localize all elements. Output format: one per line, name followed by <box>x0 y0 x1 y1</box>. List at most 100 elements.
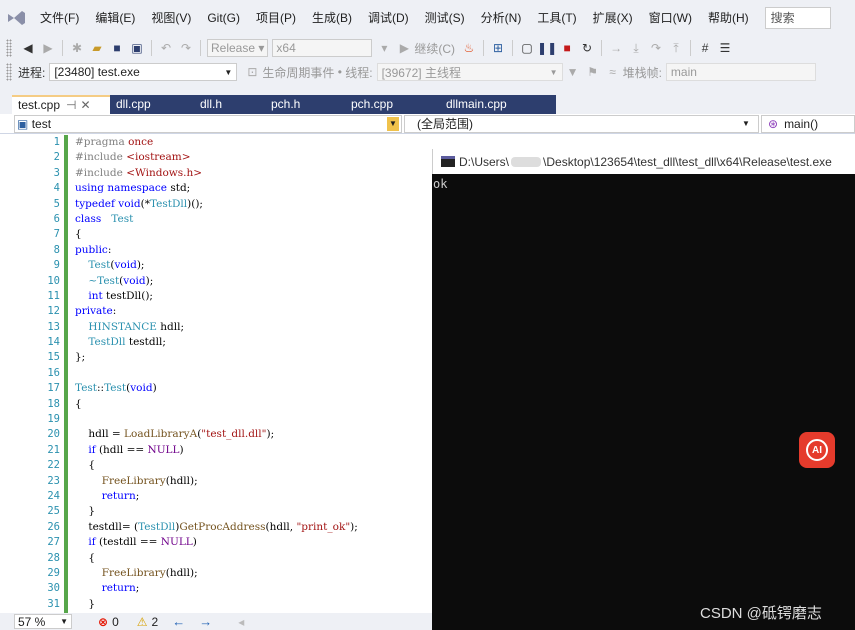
code-area[interactable]: #pragma once #include <iostream> #include … <box>75 135 432 612</box>
code-line[interactable]: #include <iostream> <box>75 150 432 165</box>
hot-reload-icon[interactable]: ♨ <box>460 39 478 57</box>
expand-stack-icon[interactable]: ≈ <box>604 63 622 81</box>
code-line[interactable] <box>75 366 432 381</box>
tab-pch-cpp[interactable]: pch.cpp <box>345 95 399 114</box>
ai-assistant-button[interactable]: AI <box>799 432 835 468</box>
code-line[interactable]: return; <box>75 489 432 504</box>
filter-icon[interactable]: ▼ <box>564 63 582 81</box>
new-project-icon[interactable]: ✱ <box>68 39 86 57</box>
code-line[interactable]: #include <Windows.h> <box>75 166 432 181</box>
pin-icon[interactable]: ⊣ <box>66 98 76 112</box>
next-issue-icon[interactable]: → <box>199 614 212 629</box>
process-select[interactable]: [23480] test.exe ▼ <box>49 63 238 81</box>
forward-icon[interactable]: ▶ <box>39 39 57 57</box>
code-line[interactable] <box>75 412 432 427</box>
menu-file[interactable]: 文件(F) <box>32 0 87 36</box>
tab-dllmain-cpp[interactable]: dllmain.cpp <box>440 95 513 114</box>
flag-icon[interactable]: ⚑ <box>584 63 602 81</box>
code-line[interactable]: } <box>75 597 432 612</box>
step-over-icon[interactable]: ↷ <box>647 39 665 57</box>
toolbar-grip[interactable] <box>6 39 12 57</box>
chevron-down-icon[interactable]: ▼ <box>387 116 399 131</box>
code-line[interactable]: { <box>75 458 432 473</box>
code-line[interactable]: class Test <box>75 212 432 227</box>
code-editor[interactable]: 1 2 3 4 5 6 7 8 9 10 11 12 13 14 15 16 17 18 19 20 21 22 23 24 2… <box>0 135 432 613</box>
lifecycle-events-button[interactable]: 生命周期事件 <box>262 64 334 81</box>
toolbar-grip[interactable] <box>6 63 12 81</box>
code-line[interactable]: private: <box>75 304 432 319</box>
code-line[interactable]: FreeLibrary(hdll); <box>75 474 432 489</box>
code-line[interactable]: typedef void(*TestDll)(); <box>75 197 432 212</box>
code-line[interactable]: TestDll testdll; <box>75 335 432 350</box>
restart-icon[interactable]: ↻ <box>578 39 596 57</box>
code-line[interactable]: public: <box>75 243 432 258</box>
zoom-select[interactable]: 57 % ▼ <box>14 614 72 629</box>
tab-test-cpp[interactable]: test.cpp ⊣ ✕ <box>12 95 110 114</box>
code-line[interactable]: }; <box>75 350 432 365</box>
play-icon[interactable]: ▶ <box>395 39 413 57</box>
code-line[interactable]: { <box>75 397 432 412</box>
show-next-statement-icon[interactable]: → <box>607 39 625 57</box>
back-icon[interactable]: ◀ <box>19 39 37 57</box>
code-line[interactable]: if (hdll == NULL) <box>75 443 432 458</box>
menu-analyze[interactable]: 分析(N) <box>473 0 530 36</box>
code-line[interactable]: } <box>75 504 432 519</box>
tab-dll-h[interactable]: dll.h <box>194 95 228 114</box>
tab-pch-h[interactable]: pch.h <box>265 95 306 114</box>
error-icon[interactable]: ⊗ <box>98 615 108 629</box>
stop-icon[interactable]: ■ <box>558 39 576 57</box>
member-select[interactable]: ⊛ main() <box>761 114 855 133</box>
screenshot-icon[interactable]: ▢ <box>518 39 536 57</box>
menu-debug[interactable]: 调试(D) <box>360 0 417 36</box>
dropdown-arrow-icon[interactable]: ▾ <box>375 39 393 57</box>
code-line[interactable]: HINSTANCE hdll; <box>75 320 432 335</box>
break-all-icon[interactable]: ❚❚ <box>537 39 557 57</box>
undo-icon[interactable]: ↶ <box>157 39 175 57</box>
scope-select[interactable]: (全局范围) ▼ <box>404 114 759 133</box>
code-line[interactable]: FreeLibrary(hdll); <box>75 566 432 581</box>
menu-git[interactable]: Git(G) <box>199 0 248 36</box>
code-line[interactable]: testdll= (TestDll)GetProcAddress(hdll, "… <box>75 520 432 535</box>
search-input[interactable]: 搜索 <box>764 7 831 29</box>
menu-help[interactable]: 帮助(H) <box>700 0 757 36</box>
code-line[interactable]: { <box>75 551 432 566</box>
close-icon[interactable]: ✕ <box>80 98 90 112</box>
warning-count[interactable]: 2 <box>152 615 159 629</box>
lifecycle-events-icon[interactable]: ⊡ <box>243 63 261 81</box>
menu-test[interactable]: 测试(S) <box>417 0 473 36</box>
menu-extensions[interactable]: 扩展(X) <box>585 0 641 36</box>
tab-dll-cpp[interactable]: dll.cpp <box>110 95 157 114</box>
visual-studio-logo-icon[interactable] <box>0 0 32 36</box>
menu-tools[interactable]: 工具(T) <box>529 0 584 36</box>
scroll-left-icon[interactable]: ◂ <box>238 615 244 629</box>
menu-project[interactable]: 项目(P) <box>248 0 304 36</box>
warning-icon[interactable]: ⚠ <box>137 615 148 629</box>
platform-select[interactable]: x64 <box>272 39 373 57</box>
code-line[interactable]: ~Test(void); <box>75 274 432 289</box>
thread-select[interactable]: [39672] 主线程 ▼ <box>376 63 563 81</box>
step-out-icon[interactable]: ⤒ <box>667 39 685 57</box>
menu-build[interactable]: 生成(B) <box>304 0 360 36</box>
project-select[interactable]: ▣ test ▼ <box>14 114 402 133</box>
error-count[interactable]: 0 <box>112 615 119 629</box>
menu-window[interactable]: 窗口(W) <box>641 0 700 36</box>
chevron-down-icon[interactable]: ▼ <box>740 117 752 131</box>
menu-edit[interactable]: 编辑(E) <box>87 0 143 36</box>
save-icon[interactable]: ■ <box>108 39 126 57</box>
code-line[interactable]: Test(void); <box>75 258 432 273</box>
open-folder-icon[interactable]: ▰ <box>88 39 106 57</box>
threads-icon[interactable]: ☰ <box>716 39 734 57</box>
step-into-icon[interactable]: ⤓ <box>627 39 645 57</box>
code-line[interactable]: using namespace std; <box>75 181 432 196</box>
continue-button[interactable]: 继续(C) <box>414 40 455 57</box>
hex-display-icon[interactable]: # <box>696 39 714 57</box>
save-all-icon[interactable]: ▣ <box>128 39 146 57</box>
redo-icon[interactable]: ↷ <box>177 39 195 57</box>
code-line[interactable]: Test::Test(void) <box>75 381 432 396</box>
previous-issue-icon[interactable]: ← <box>172 614 185 629</box>
code-line[interactable]: int testDll(); <box>75 289 432 304</box>
stack-frame-select[interactable]: main <box>665 63 816 81</box>
configuration-select[interactable]: Release ▾ <box>207 39 269 57</box>
find-icon[interactable]: ⊞ <box>489 39 507 57</box>
code-line[interactable]: #pragma once <box>75 135 432 150</box>
